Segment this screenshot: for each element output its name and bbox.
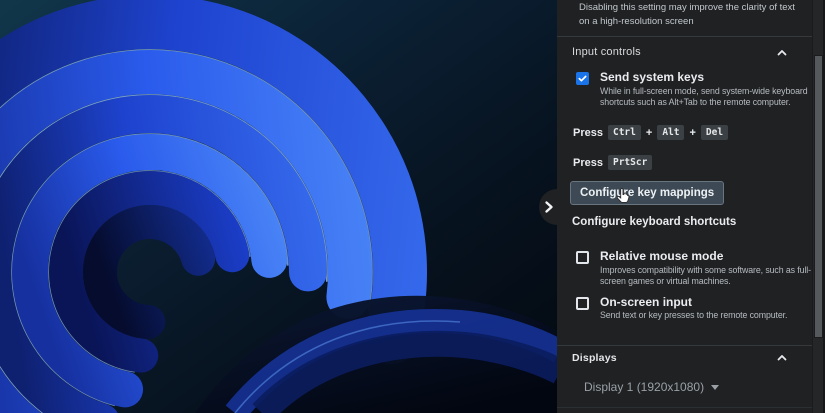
press-ctrl-alt-del-button[interactable]: Press Ctrl + Alt + Del bbox=[573, 124, 728, 141]
caret-down-icon bbox=[711, 385, 719, 390]
key-chip-alt: Alt bbox=[657, 125, 684, 140]
section-divider bbox=[557, 407, 812, 408]
display-selector-dropdown[interactable]: Display 1 (1920x1080) bbox=[584, 380, 719, 394]
configure-key-mappings-button[interactable]: Configure key mappings bbox=[570, 181, 724, 205]
press-label: Press bbox=[573, 127, 603, 139]
high-dpi-setting-note: Disabling this setting may improve the c… bbox=[579, 1, 805, 29]
settings-panel: Disabling this setting may improve the c… bbox=[557, 0, 825, 413]
remote-desktop-screen: Disabling this setting may improve the c… bbox=[0, 0, 825, 413]
section-divider bbox=[557, 36, 812, 37]
plus-separator: + bbox=[689, 127, 695, 139]
plus-separator: + bbox=[646, 127, 652, 139]
key-chip-del: Del bbox=[701, 125, 728, 140]
desktop-wallpaper bbox=[0, 0, 560, 413]
key-chip-prtscr: PrtScr bbox=[608, 155, 652, 170]
press-prtscr-button[interactable]: Press PrtScr bbox=[573, 154, 652, 171]
press-label: Press bbox=[573, 157, 603, 169]
relative-mouse-mode-description: Improves compatibility with some softwar… bbox=[600, 265, 813, 287]
display-selector-value: Display 1 (1920x1080) bbox=[584, 380, 704, 394]
send-system-keys-checkbox[interactable] bbox=[576, 72, 589, 85]
relative-mouse-mode-checkbox[interactable] bbox=[576, 251, 589, 264]
send-system-keys-label: Send system keys bbox=[600, 70, 704, 84]
on-screen-input-description: Send text or key presses to the remote c… bbox=[600, 310, 813, 321]
configure-keyboard-shortcuts-link[interactable]: Configure keyboard shortcuts bbox=[572, 216, 736, 228]
section-header-displays[interactable]: Displays bbox=[572, 352, 775, 368]
section-divider bbox=[557, 345, 812, 346]
section-header-input-controls[interactable]: Input controls bbox=[572, 46, 775, 62]
checkmark-icon bbox=[577, 73, 588, 84]
chevron-up-icon[interactable] bbox=[776, 47, 788, 59]
on-screen-input-label: On-screen input bbox=[600, 295, 692, 309]
panel-scrollbar-track[interactable] bbox=[812, 0, 825, 413]
chevron-up-icon[interactable] bbox=[776, 352, 788, 364]
chevron-right-icon bbox=[543, 200, 555, 214]
send-system-keys-description: While in full-screen mode, send system-w… bbox=[600, 86, 813, 108]
relative-mouse-mode-label: Relative mouse mode bbox=[600, 249, 723, 263]
on-screen-input-checkbox[interactable] bbox=[576, 297, 589, 310]
panel-scrollbar-thumb[interactable] bbox=[814, 55, 823, 338]
key-chip-ctrl: Ctrl bbox=[608, 125, 641, 140]
